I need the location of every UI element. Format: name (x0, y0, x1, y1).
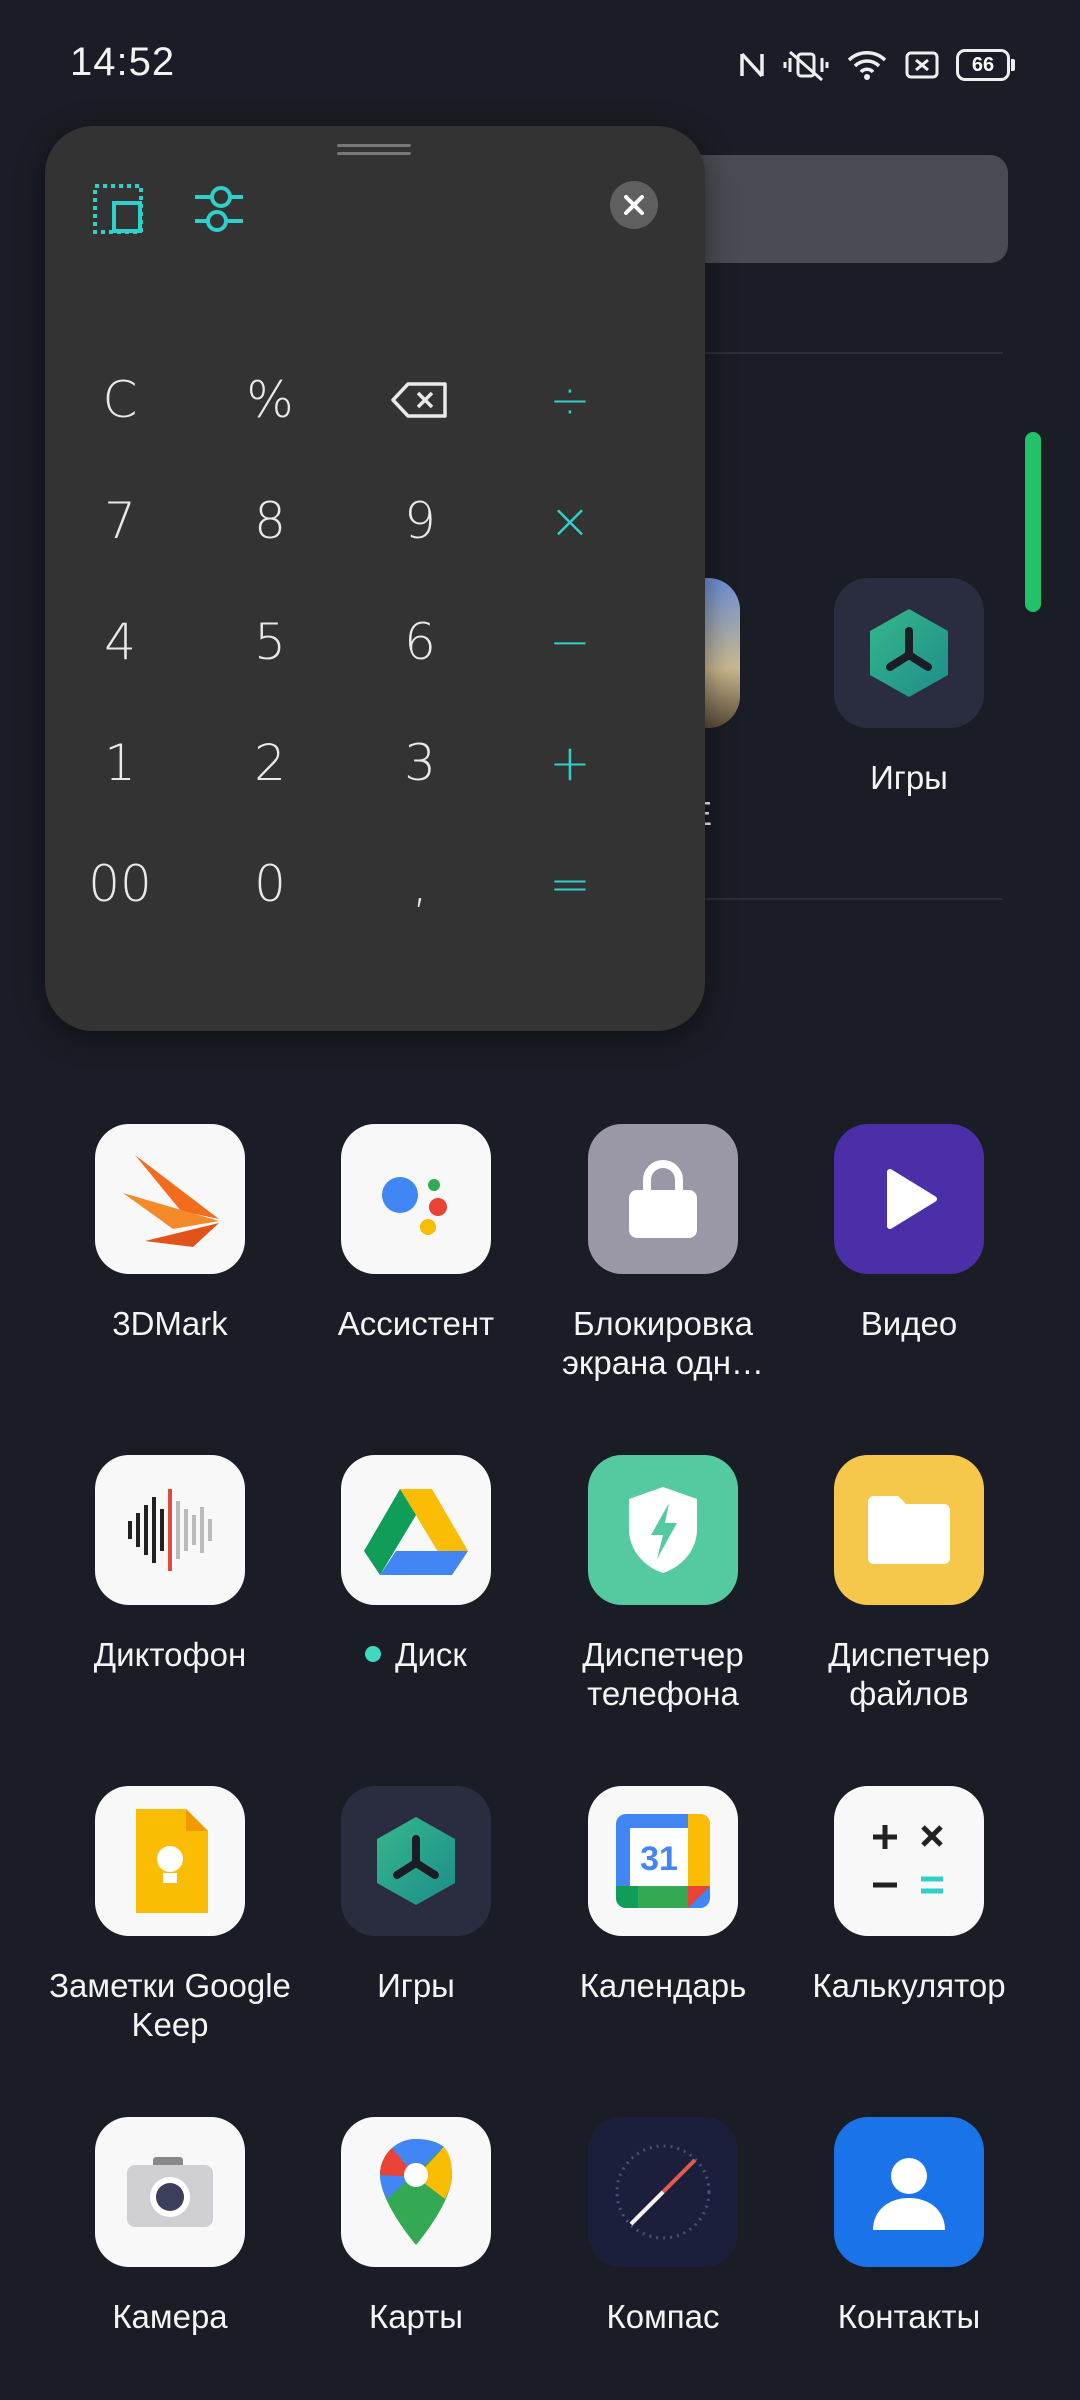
status-time: 14:52 (70, 40, 176, 84)
double-zero-key[interactable]: 00 (45, 834, 195, 934)
app-search-bar[interactable] (660, 155, 1008, 263)
app-label: Игры (870, 759, 948, 796)
digit-2-key[interactable]: 2 (195, 713, 345, 813)
backspace-icon (391, 382, 447, 418)
app-label: Диспетчер телефона (582, 1636, 744, 1712)
app-label: Камера (112, 2298, 228, 2335)
sound-wave-icon (95, 1455, 245, 1605)
lock-icon (588, 1124, 738, 1274)
app-video[interactable]: Видео (786, 1124, 1032, 1343)
multiply-key[interactable]: × (495, 471, 645, 571)
3dmark-icon (95, 1124, 245, 1274)
shield-icon (588, 1455, 738, 1605)
close-button[interactable] (610, 181, 658, 229)
games-icon (341, 1786, 491, 1936)
google-drive-icon (341, 1455, 491, 1605)
app-label: Диспетчер файлов (828, 1636, 990, 1712)
calendar-date-text: 31 (640, 1840, 678, 1878)
digit-6-key[interactable]: 6 (345, 592, 495, 692)
backspace-key[interactable] (345, 350, 495, 450)
camera-icon (95, 2117, 245, 2267)
equals-key[interactable]: = (495, 834, 645, 934)
floating-calculator-window[interactable]: C% ÷ 7 8 9 × 4 5 6− 1 2 3 +00 0, = (45, 126, 705, 1031)
app-file-manager[interactable]: Диспетчер файлов (786, 1455, 1032, 1713)
percent-key[interactable]: % (195, 350, 345, 450)
app-phone-manager[interactable]: Диспетчер телефона (540, 1455, 786, 1713)
google-calendar-icon: 31 (588, 1786, 738, 1936)
digit-9-key[interactable]: 9 (345, 471, 495, 571)
settings-sliders-icon[interactable] (191, 181, 247, 237)
digit-8-key[interactable]: 8 (195, 471, 345, 571)
app-calculator[interactable]: Калькулятор (786, 1786, 1032, 2005)
digit-4-key[interactable]: 4 (45, 592, 195, 692)
app-recorder[interactable]: Диктофон (47, 1455, 293, 1674)
battery-indicator: 66 (956, 49, 1015, 81)
close-icon (624, 195, 644, 215)
app-label: Диск (293, 1635, 539, 1674)
plus-key[interactable]: + (495, 713, 645, 813)
app-contacts[interactable]: Контакты (786, 2117, 1032, 2336)
divide-key[interactable]: ÷ (495, 350, 645, 450)
new-app-dot (365, 1646, 382, 1663)
app-games[interactable]: Игры (293, 1786, 539, 2005)
digit-0-key[interactable]: 0 (195, 834, 345, 934)
app-label: Контакты (837, 2298, 981, 2335)
clear-key[interactable]: C (45, 350, 195, 450)
vibrate-mute-icon (783, 50, 829, 82)
app-label-text: Диск (395, 1636, 467, 1673)
app-games-top[interactable]: Игры (786, 578, 1032, 797)
minus-key[interactable]: − (495, 592, 645, 692)
drag-handle[interactable] (337, 144, 411, 156)
digit-1-key[interactable]: 1 (45, 713, 195, 813)
no-sim-icon (905, 51, 939, 79)
folder-icon (834, 1455, 984, 1605)
resize-window-icon[interactable] (90, 181, 146, 237)
wifi-icon (847, 51, 887, 80)
app-label: Компас (606, 2298, 720, 2335)
nfc-icon (740, 52, 764, 78)
app-compass[interactable]: Компас (540, 2117, 786, 2336)
app-keep[interactable]: Заметки Google Keep (47, 1786, 293, 2044)
games-icon (834, 578, 984, 728)
google-maps-icon (341, 2117, 491, 2267)
play-icon (834, 1124, 984, 1274)
app-maps[interactable]: Карты (293, 2117, 539, 2336)
app-label: Видео (860, 1305, 958, 1342)
google-assistant-icon (341, 1124, 491, 1274)
contacts-icon (834, 2117, 984, 2267)
app-label: Карты (368, 2298, 464, 2335)
divider (660, 898, 1003, 900)
app-label: 3DMark (112, 1305, 228, 1342)
calculator-icon (834, 1786, 984, 1936)
compass-icon (588, 2117, 738, 2267)
app-3dmark[interactable]: 3DMark (47, 1124, 293, 1343)
app-label: Календарь (579, 1967, 747, 2004)
digit-5-key[interactable]: 5 (195, 592, 345, 692)
app-label: Калькулятор (812, 1967, 1006, 2004)
app-label: Игры (377, 1967, 455, 2004)
app-label: Ассистент (337, 1305, 495, 1342)
app-label: Диктофон (93, 1636, 247, 1673)
decimal-comma-key[interactable]: , (345, 834, 495, 934)
status-icons: 66 (738, 44, 1015, 86)
app-drive[interactable]: Диск (293, 1455, 539, 1674)
google-keep-icon (95, 1786, 245, 1936)
app-label: Блокировка экрана одн… (562, 1305, 764, 1381)
app-screen-lock[interactable]: Блокировка экрана одн… (540, 1124, 786, 1382)
app-calendar[interactable]: 31 Календарь (540, 1786, 786, 2005)
digit-7-key[interactable]: 7 (45, 471, 195, 571)
app-camera[interactable]: Камера (47, 2117, 293, 2336)
app-label: Заметки Google Keep (49, 1967, 291, 2043)
status-bar: 14:52 66 (0, 0, 1080, 130)
divider (660, 352, 1003, 354)
app-assistant[interactable]: Ассистент (293, 1124, 539, 1343)
digit-3-key[interactable]: 3 (345, 713, 495, 813)
